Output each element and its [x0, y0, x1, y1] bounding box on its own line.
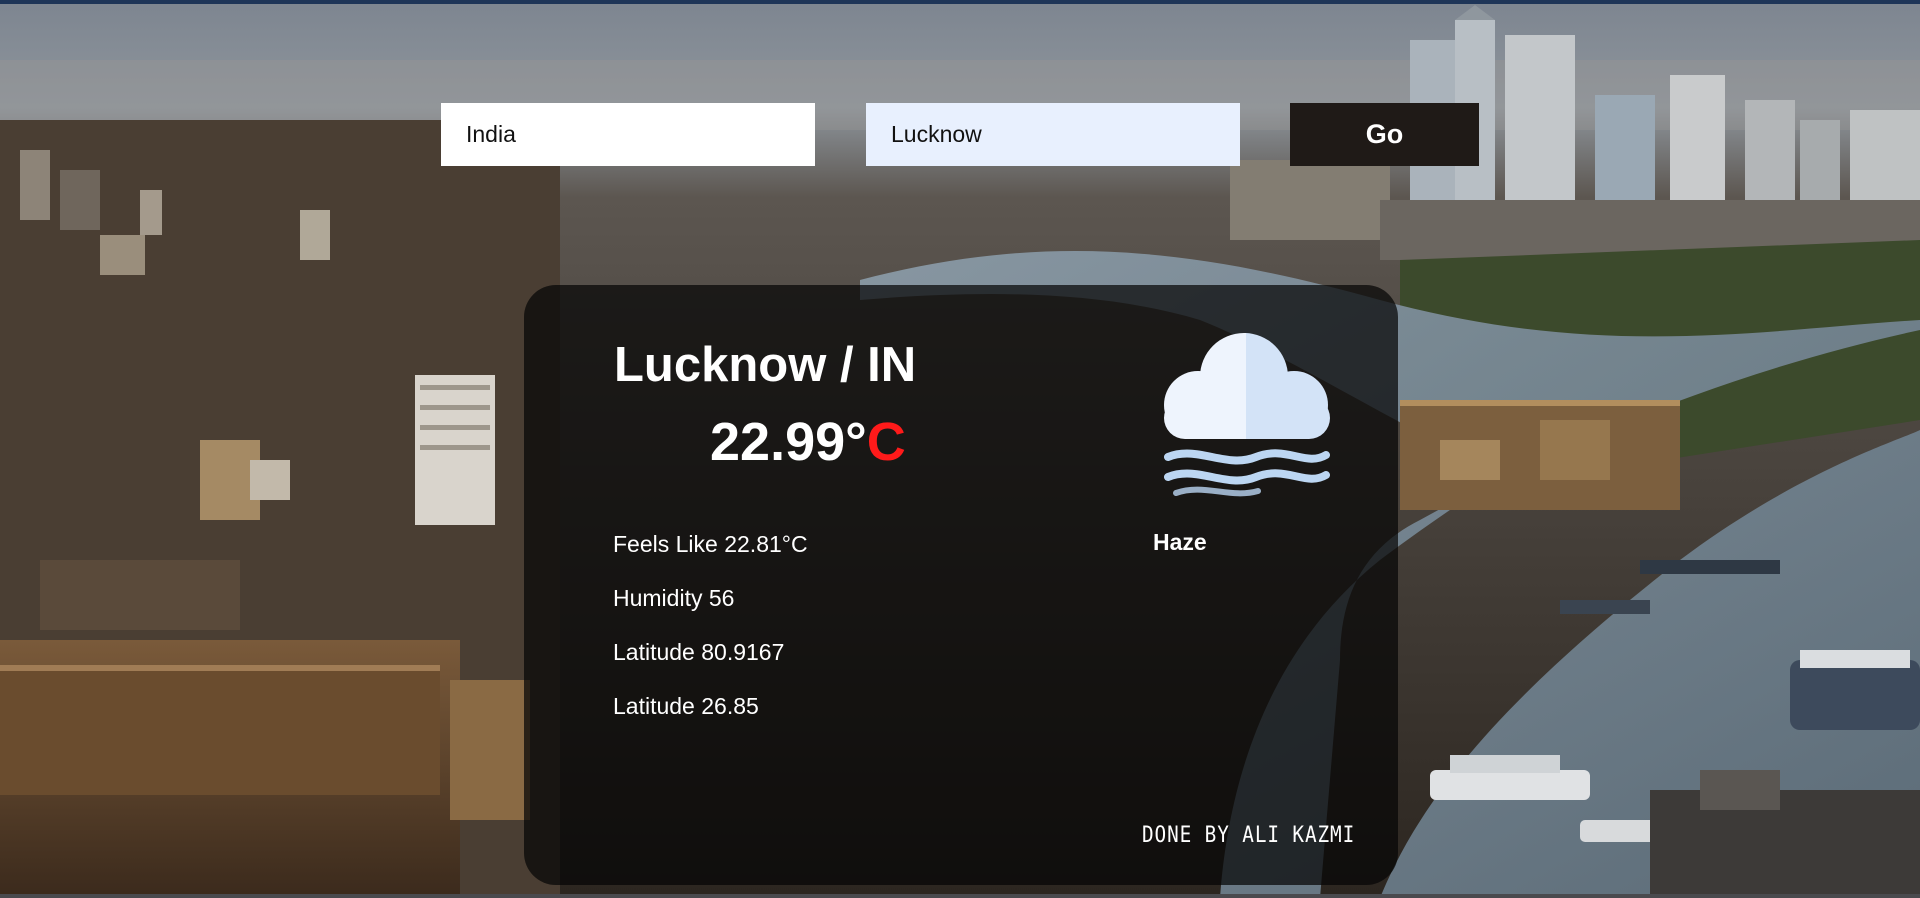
city-input[interactable]	[866, 103, 1240, 166]
top-strip	[0, 0, 1920, 4]
temperature-unit: C	[866, 412, 906, 472]
temperature-readout: 22.99°C	[710, 411, 906, 473]
temperature-value: 22.99°	[710, 412, 867, 472]
feels-like-text: Feels Like 22.81°C	[613, 531, 808, 557]
condition-label: Haze	[1153, 529, 1207, 555]
location-title: Lucknow / IN	[614, 338, 917, 392]
search-bar: Go	[441, 103, 1479, 166]
latitude-text: Latitude 26.85	[613, 693, 759, 719]
page: Go Lucknow / IN 22.99°C Feels Like 22.81…	[0, 0, 1920, 898]
country-input[interactable]	[441, 103, 815, 166]
haze-cloud-icon	[1164, 333, 1330, 497]
humidity-text: Humidity 56	[613, 585, 735, 611]
longitude-text: Latitude 80.9167	[613, 639, 785, 665]
weather-card: Lucknow / IN 22.99°C Feels Like 22.81°C …	[524, 285, 1398, 885]
go-button[interactable]: Go	[1290, 103, 1479, 166]
bottom-strip	[0, 894, 1920, 898]
author-credit: DONE BY ALI KAZMI	[1142, 823, 1356, 848]
